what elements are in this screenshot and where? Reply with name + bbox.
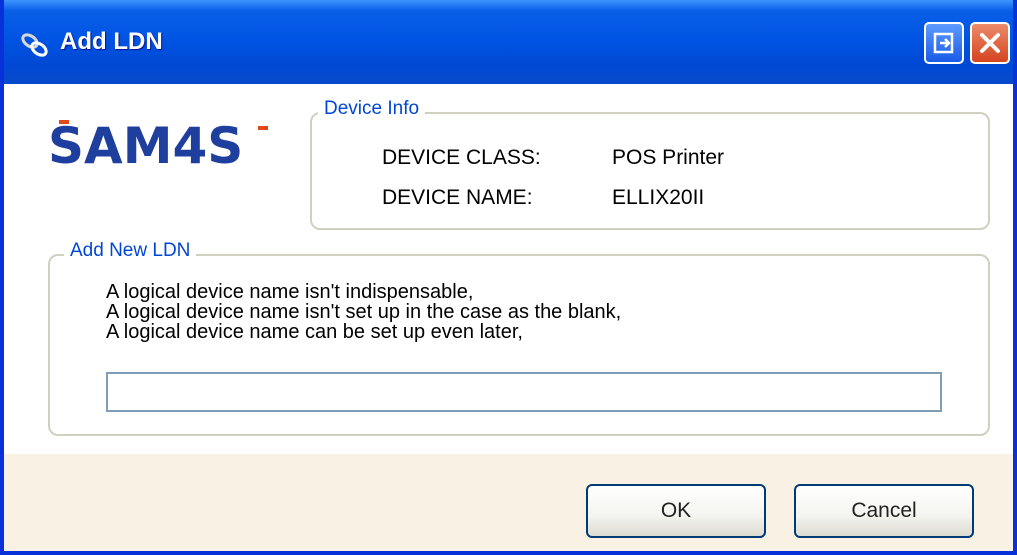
dialog-content: SAM4S Device Info DEVICE CLASS: POS Prin… — [4, 84, 1013, 454]
device-name-label: DEVICE NAME: — [382, 186, 533, 209]
device-name-value: ELLIX20II — [612, 186, 705, 209]
add-new-ldn-legend: Add New LDN — [64, 240, 197, 262]
info-line-1: A logical device name isn't indispensabl… — [106, 281, 474, 303]
add-ldn-dialog: Add LDN SAM4S Device Info DEVICE CLASS: … — [0, 0, 1017, 555]
cancel-button[interactable]: Cancel — [794, 484, 974, 538]
info-line-3: A logical device name can be set up even… — [106, 321, 523, 343]
device-class-label: DEVICE CLASS: — [382, 146, 541, 169]
title-bar[interactable]: Add LDN — [4, 0, 1013, 88]
logo-text: SAM4S — [48, 117, 243, 175]
ldn-input[interactable] — [106, 372, 942, 412]
device-class-value: POS Printer — [612, 146, 725, 169]
close-button[interactable] — [970, 22, 1010, 64]
add-new-ldn-group: Add New LDN A logical device name isn't … — [48, 240, 990, 436]
button-bar: OK Cancel — [4, 454, 1013, 551]
link-icon — [18, 30, 52, 60]
device-info-legend: Device Info — [318, 98, 426, 120]
restore-button[interactable] — [924, 22, 964, 64]
device-info-group: Device Info DEVICE CLASS: POS Printer DE… — [310, 98, 990, 230]
sam4s-logo: SAM4S — [48, 108, 278, 178]
ok-button[interactable]: OK — [586, 484, 766, 538]
info-line-2: A logical device name isn't set up in th… — [106, 301, 622, 323]
window-title: Add LDN — [60, 28, 163, 55]
